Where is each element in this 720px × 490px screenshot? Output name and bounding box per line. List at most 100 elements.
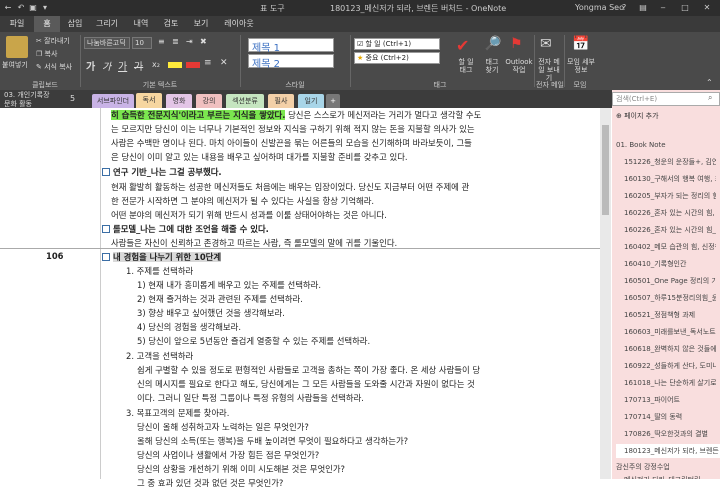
indent-icon[interactable]: ⇥ [186,37,193,46]
delete-icon[interactable]: ✕ [220,58,228,68]
customize-icon[interactable]: ▾ [40,3,50,13]
meeting-icon[interactable]: 📅 [572,36,589,52]
text-line: 는 모르지만 당신이 이는 너무나 기본적인 정보와 지식을 구하기 위해 적지… [111,124,475,134]
add-page-button[interactable]: ⊕ 페이지 추가 [616,111,659,121]
section-tab-2[interactable]: 영화 [166,94,192,108]
bullets-icon[interactable]: ≡ [158,37,165,46]
page-item[interactable]: 151226_청운의 운장들+, 김연 [624,157,716,167]
todo-tag-check-icon[interactable]: ✔ [456,36,469,55]
style-heading1[interactable]: 제목 1 [248,38,334,54]
text-line: 사람은 수백만 명이나 된다. 마치 아이들이 신발끈을 묶는 어른들의 모습을… [111,138,472,148]
page-item[interactable]: 01. Book Note [616,141,716,149]
tab-history[interactable]: 내역 [128,16,154,32]
checkbox-icon[interactable] [102,168,110,176]
page-item[interactable]: 160618_완벽하지 않은 것들에 [624,344,716,354]
section-tab-3[interactable]: 강의 [196,94,222,108]
page-item[interactable]: 160402_메모 습관의 힘, 신정철 [624,242,716,252]
collapse-ribbon-icon[interactable]: ⌃ [706,78,713,87]
section-tab-1[interactable]: 독서 [136,93,162,108]
add-section-button[interactable]: + [326,94,340,108]
list-item: 올해 당신의 소득(또는 행복)을 두배 높이려면 무엇이 필요하다고 생각하는… [137,436,409,446]
page-item[interactable]: 170714_딸의 동력 [624,412,716,422]
back-icon[interactable]: ← [3,3,13,13]
search-input[interactable]: 검색(Ctrl+E) [612,92,720,106]
tab-file[interactable]: 파일 [4,16,30,32]
close-icon[interactable]: ✕ [702,3,712,13]
page-item[interactable]: 감신주의 강정수업 [616,462,716,472]
outlook-flag-icon[interactable]: ⚑ [510,36,523,52]
page-item[interactable]: 메신저가 되라_대그림터링 [624,475,716,479]
page-canvas[interactable]: 히 습득한 전문지식'이라고 부르는 지식을 쌓았다. 당신은 스스로가 메신저… [0,108,600,488]
page-item[interactable]: 160603_미래를보낸_독서노트 [624,327,716,337]
page-item[interactable]: 160226_혼자 있는 시간의 힘_ [624,225,716,235]
dock-icon[interactable]: ▣ [28,3,38,13]
cut-button[interactable]: ✂ 잘라내기 [36,36,70,46]
section-tab-4[interactable]: 섹션분류 [226,94,264,108]
section-tab-0[interactable]: 서브파인더 [92,94,134,108]
subscript-icon[interactable]: x₂ [152,60,160,69]
page-item[interactable]: 160226_혼자 있는 시간의 힘, [624,208,716,218]
find-tag-icon[interactable]: 🔎 [484,36,501,52]
meeting-details-button[interactable]: 모임 세부 정보 [566,58,596,74]
list-item: 4) 당신의 경험을 생각해보라. [137,322,241,332]
minimize-icon[interactable]: ‒ [658,3,668,13]
paste-icon[interactable] [6,36,28,58]
paste-button[interactable]: 붙여넣기 [2,60,28,70]
font-color-icon[interactable] [186,62,200,68]
font-size-select[interactable]: 10 [132,37,152,49]
font-name-select[interactable]: 나눔바른고딕 [84,37,130,49]
highlight-icon[interactable] [168,62,182,68]
page-item[interactable]: 170826_딱오한것과의 결별 [624,429,716,439]
page-item[interactable]: 160205_부자가 되는 정리의 힘, [624,191,716,201]
todo-tag-button[interactable]: 할 일 태그 [455,58,477,74]
tag-important-item[interactable]: ★ 중요 (Ctrl+2) [354,52,440,64]
checkbox-icon[interactable] [102,253,110,261]
italic-icon[interactable]: 가 [102,58,111,73]
page-item[interactable]: 160410_기록형인간 [624,259,716,269]
tab-insert[interactable]: 삽입 [62,16,88,32]
underline-icon[interactable]: 가 [118,58,127,73]
page-item[interactable]: 160521_정점책형 과제 [624,310,716,320]
clear-format-icon[interactable]: ✖ [200,37,207,46]
search-icon[interactable]: ⌕ [708,93,712,103]
tab-layout[interactable]: 레이아웃 [218,16,260,32]
strike-icon[interactable]: 가 [134,58,143,73]
bold-icon[interactable]: 가 [86,58,95,73]
copy-button[interactable]: ❐ 복사 [36,49,57,59]
user-name[interactable]: Yongma Seo [575,3,624,12]
maximize-icon[interactable]: □ [680,3,690,13]
page-item[interactable]: 160922_성들하게 산다, 도미니 [624,361,716,371]
divider [564,35,565,87]
tab-draw[interactable]: 그리기 [92,16,122,32]
notebook-selector[interactable]: 03. 개인기록장 문화 활동 5 [0,90,80,108]
list-item: 이다. 그러니 일단 특정 그룹이나 특정 유형의 사람들을 선택하라. [137,393,364,403]
format-painter-button[interactable]: ✎ 서식 복사 [36,62,72,72]
page-item[interactable]: 170713_파이어트 [624,395,716,405]
page-item[interactable]: 160507_하루15분정리의힘_윤 [624,293,716,303]
tab-view[interactable]: 보기 [188,16,214,32]
page-item-selected[interactable]: 180123_메신저가 되라, 브렌든 [616,444,720,458]
text-line: 어떤 분야의 메신저가 되기 위해 반드시 성과를 이룰 상태어야하는 것은 아… [111,210,387,220]
email-icon[interactable]: ✉ [540,36,552,52]
outlook-task-button[interactable]: Outlook 작업 [504,58,534,74]
style-heading2[interactable]: 제목 2 [248,54,334,70]
section-tab-6[interactable]: 일기 [298,94,324,108]
section-tab-5[interactable]: 필사 [268,94,294,108]
checkbox-icon[interactable] [102,225,110,233]
page-item[interactable]: 160501_One Page 정리의 기술 [624,276,716,286]
help-icon[interactable]: ? [622,3,626,12]
page-item[interactable]: 161018_나는 단순하게 살기로 [624,378,716,388]
tab-review[interactable]: 검토 [158,16,184,32]
brush-icon: ✎ [36,63,42,71]
page-item[interactable]: 160130_구해서의 행복 여행, 프 [624,174,716,184]
undo-icon[interactable]: ↶ [16,3,26,13]
ribbon-options-icon[interactable]: ▤ [638,3,648,13]
tab-home[interactable]: 홈 [34,16,60,32]
numbering-icon[interactable]: ≣ [172,37,179,46]
scrollbar-thumb[interactable] [602,125,609,215]
tag-todo-item[interactable]: ☑ 할 일 (Ctrl+1) [354,38,440,50]
align-icon[interactable]: ≡ [204,58,212,68]
find-tag-button[interactable]: 태그 찾기 [482,58,502,74]
email-page-button[interactable]: 전자 메일 보내기 [536,58,562,82]
font-group-label: 기본 텍스트 [142,81,178,89]
